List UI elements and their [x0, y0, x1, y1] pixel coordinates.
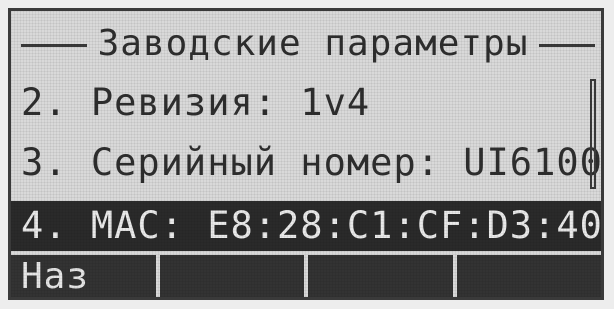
- screen-header: Заводские параметры: [11, 21, 601, 69]
- menu-item-revision[interactable]: 2. Ревизия: 1v4: [21, 81, 370, 124]
- softkey-4-button[interactable]: [456, 255, 601, 297]
- lcd-screen: Заводские параметры 2. Ревизия: 1v4 3. С…: [8, 8, 604, 300]
- menu-item-serial-number[interactable]: 3. Серийный номер: UI610015: [21, 141, 601, 184]
- screen-title: Заводские параметры: [97, 23, 529, 64]
- softkey-bar: Наз: [11, 255, 601, 297]
- softkey-back-button[interactable]: Наз: [11, 255, 156, 297]
- softkey-2-button[interactable]: [159, 255, 304, 297]
- scrollbar[interactable]: [590, 79, 596, 189]
- title-divider-right: [539, 44, 595, 47]
- softkey-3-button[interactable]: [308, 255, 453, 297]
- title-divider-left: [21, 44, 87, 47]
- device-bezel: Заводские параметры 2. Ревизия: 1v4 3. С…: [0, 0, 614, 309]
- softkey-back-label: Наз: [21, 256, 90, 297]
- menu-item-mac-label: 4. MAC: E8:28:C1:CF:D3:40: [21, 204, 603, 247]
- menu-item-mac-selected[interactable]: 4. MAC: E8:28:C1:CF:D3:40: [11, 201, 601, 251]
